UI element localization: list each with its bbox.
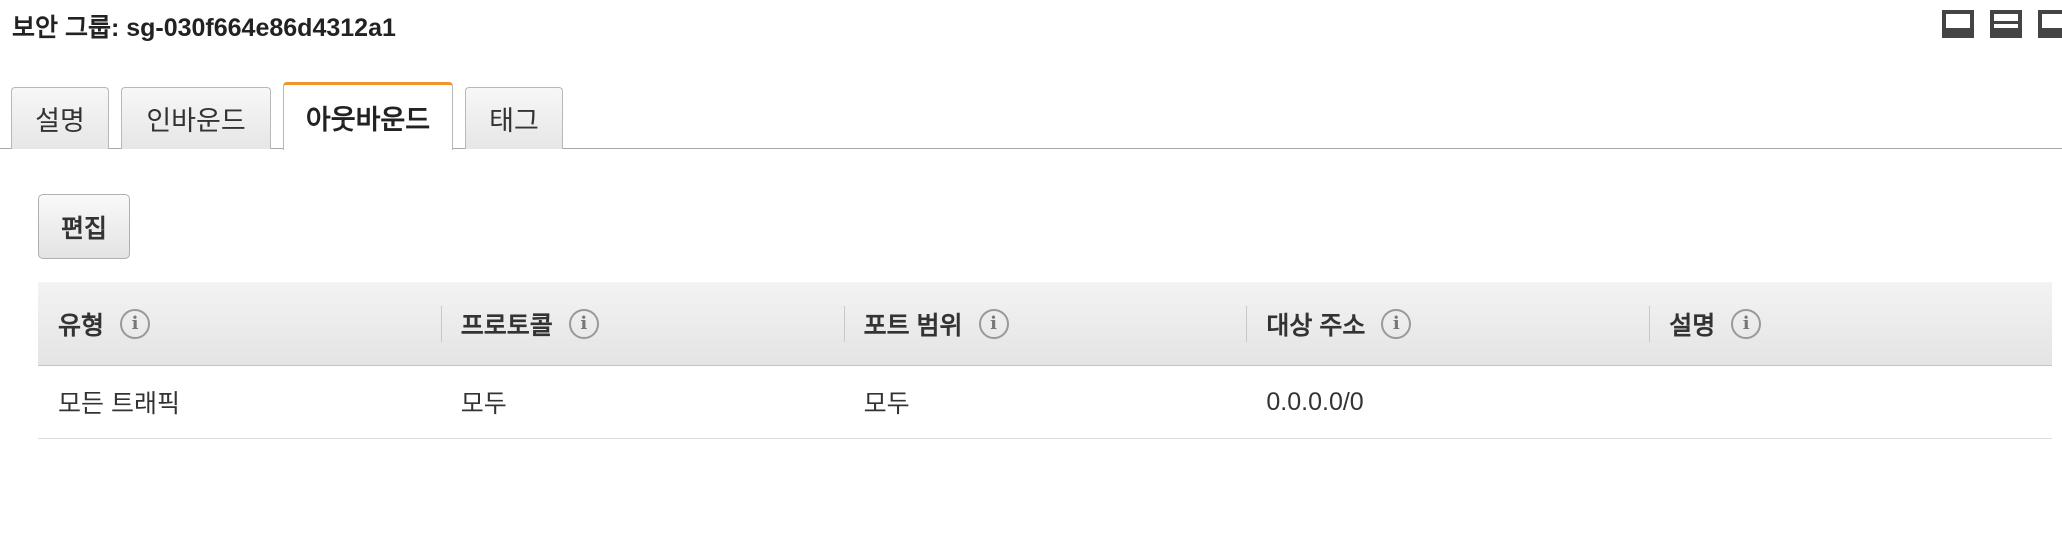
info-icon[interactable]: i — [978, 308, 1009, 339]
tab-description[interactable]: 설명 — [11, 87, 109, 149]
panel-bottom-icon[interactable] — [1942, 10, 1974, 38]
column-label: 설명 — [1669, 311, 1716, 340]
outbound-rules-table: 유형 i 프로토콜 i 포트 범위 i 대상 주소 i 설명 i 모든 트래픽 … — [38, 282, 2052, 439]
column-header-protocol: 프로토콜 i — [440, 282, 844, 365]
tab-bar: 설명 인바운드 아웃바운드 태그 — [11, 82, 575, 150]
info-icon[interactable]: i — [1381, 308, 1412, 339]
column-label: 유형 — [58, 311, 105, 340]
info-icon[interactable]: i — [120, 308, 151, 339]
cell-description — [1649, 366, 2052, 438]
panel-side-icon[interactable] — [2038, 10, 2062, 38]
cell-destination: 0.0.0.0/0 — [1266, 387, 1364, 416]
edit-button[interactable]: 편집 — [38, 194, 130, 259]
cell-type: 모든 트래픽 — [58, 390, 180, 418]
column-header-type: 유형 i — [38, 282, 441, 365]
column-header-description: 설명 i — [1649, 282, 2052, 365]
tab-inbound[interactable]: 인바운드 — [121, 87, 271, 149]
security-group-panel: 보안 그룹: sg-030f664e86d4312a1 설명 인바운드 아웃바운… — [0, 0, 2062, 544]
info-icon[interactable]: i — [568, 308, 599, 339]
column-label: 포트 범위 — [863, 311, 963, 340]
column-label: 대상 주소 — [1266, 311, 1366, 340]
page-title: 보안 그룹: sg-030f664e86d4312a1 — [12, 14, 396, 42]
table-header: 유형 i 프로토콜 i 포트 범위 i 대상 주소 i 설명 i — [38, 282, 2052, 366]
column-header-port-range: 포트 범위 i — [843, 282, 1247, 365]
tab-tags[interactable]: 태그 — [465, 87, 563, 149]
column-header-destination: 대상 주소 i — [1246, 282, 1649, 365]
cell-protocol: 모두 — [460, 390, 507, 418]
table-row: 모든 트래픽 모두 모두 0.0.0.0/0 — [38, 366, 2052, 439]
tab-outbound[interactable]: 아웃바운드 — [283, 82, 453, 150]
panel-split-icon[interactable] — [1990, 10, 2022, 38]
info-icon[interactable]: i — [1731, 308, 1762, 339]
layout-controls — [1942, 10, 2062, 38]
column-label: 프로토콜 — [460, 311, 553, 340]
cell-port-range: 모두 — [863, 390, 910, 418]
